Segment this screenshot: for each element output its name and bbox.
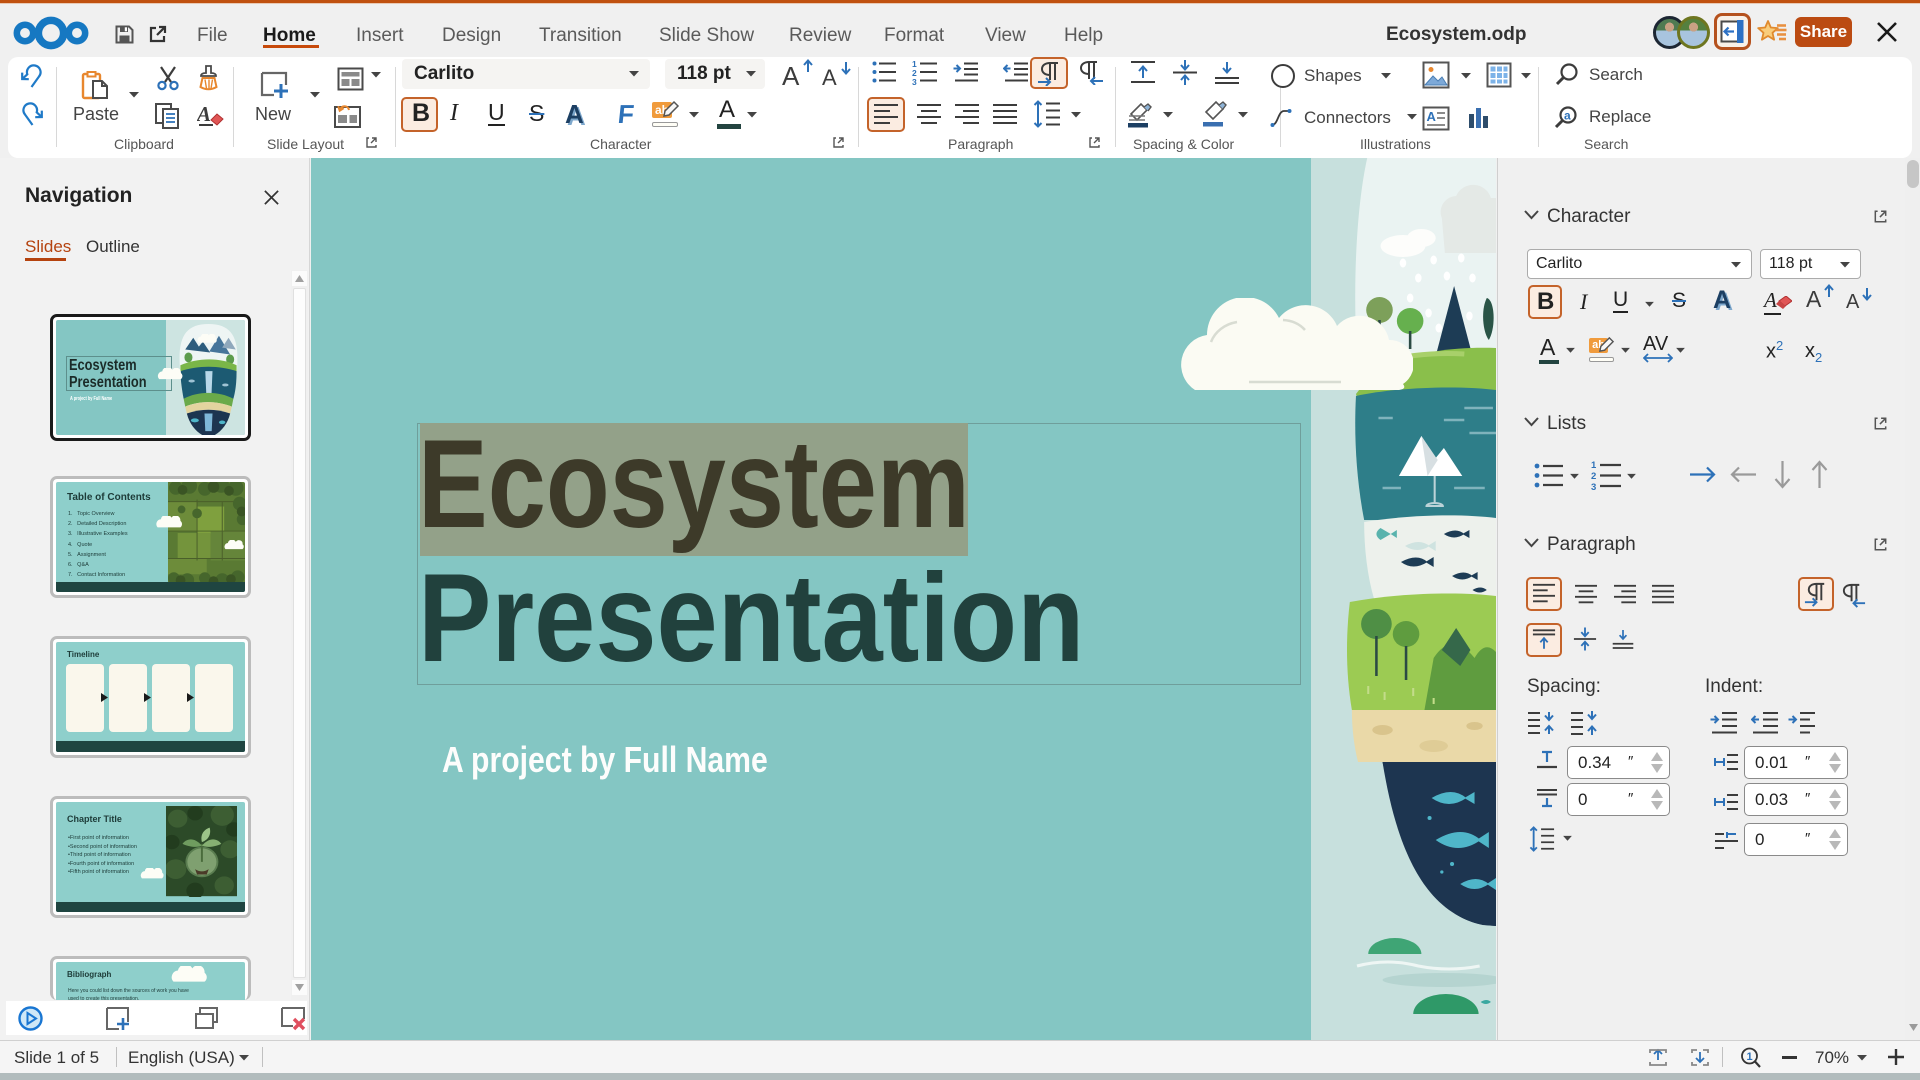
svg-text:3: 3 (1591, 482, 1596, 490)
svg-text:2: 2 (1591, 471, 1596, 482)
svg-text:3: 3 (912, 77, 917, 85)
svg-text:A: A (197, 102, 211, 126)
svg-text:1: 1 (1747, 1051, 1753, 1063)
svg-text:a: a (1564, 109, 1571, 123)
svg-text:1: 1 (1591, 460, 1597, 471)
svg-text:A: A (1427, 109, 1437, 124)
